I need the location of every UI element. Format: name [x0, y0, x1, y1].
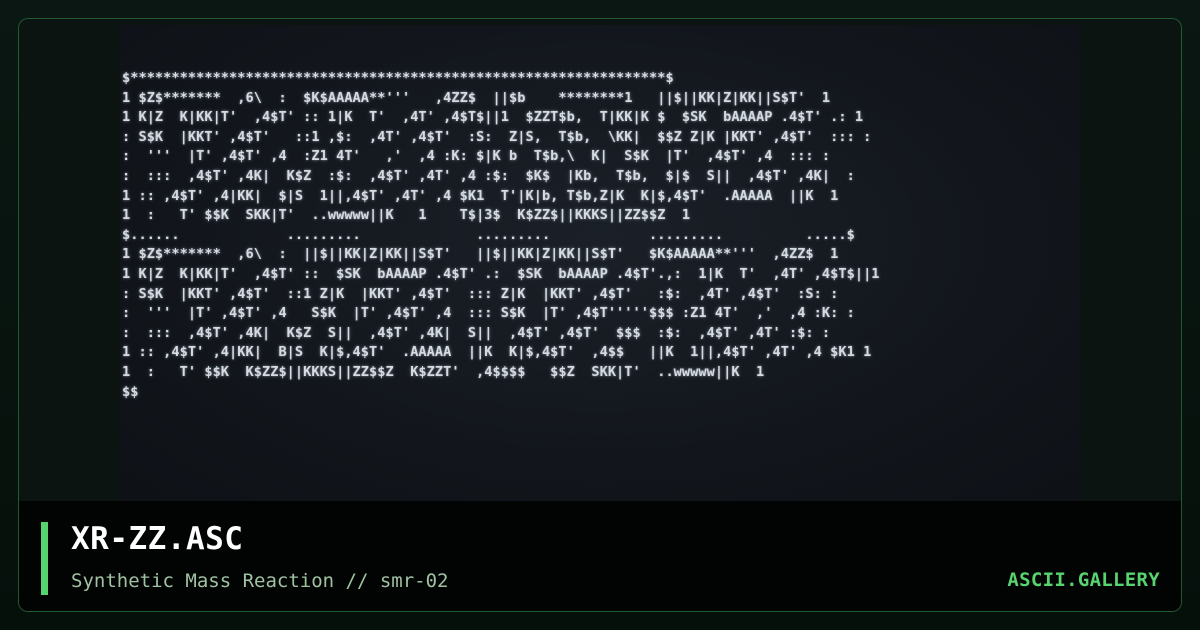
share-card-page: $***************************************…: [0, 0, 1200, 630]
ascii-art-preview: $***************************************…: [120, 25, 1080, 501]
artwork-subtitle: Synthetic Mass Reaction // smr-02: [71, 570, 449, 592]
artwork-title: XR-ZZ.ASC: [71, 521, 244, 557]
accent-bar: [41, 522, 48, 595]
ascii-art-text: $***************************************…: [122, 70, 880, 400]
site-brand[interactable]: ASCII.GALLERY: [1007, 569, 1160, 591]
artwork-card: $***************************************…: [18, 18, 1182, 612]
caption-bar: XR-ZZ.ASC Synthetic Mass Reaction // smr…: [19, 501, 1181, 611]
